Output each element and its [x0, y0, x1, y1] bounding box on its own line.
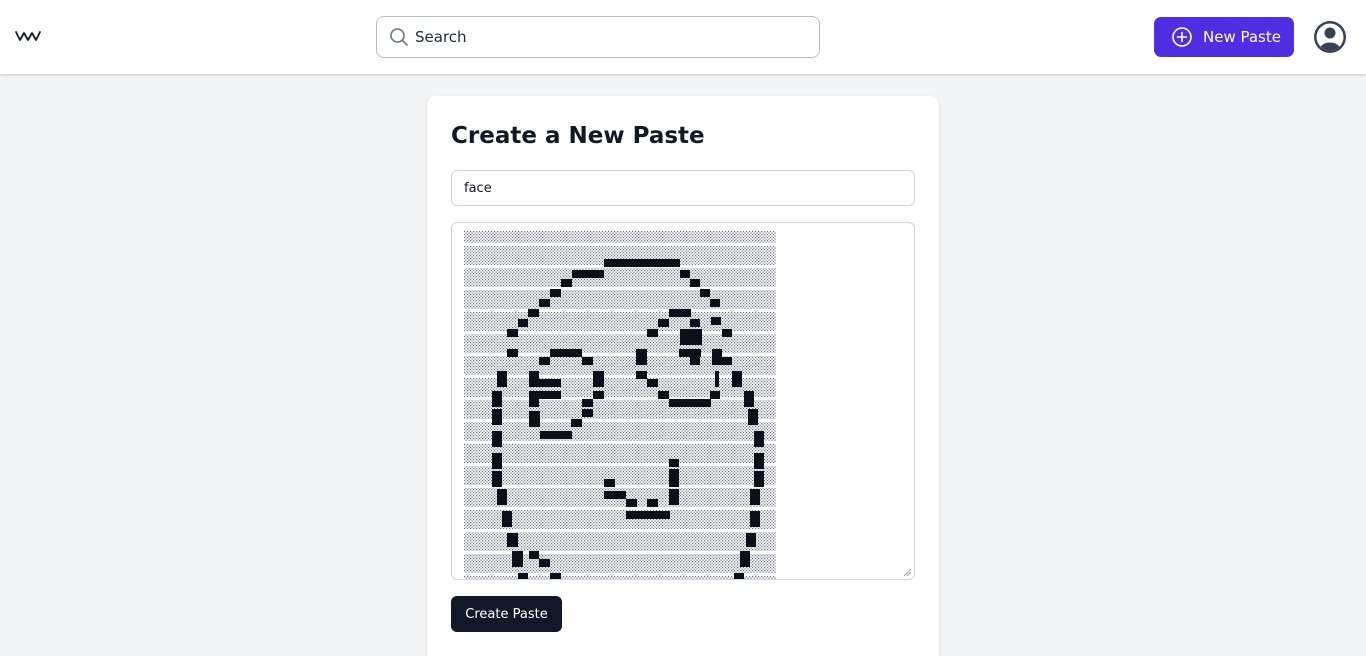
- paste-title-input[interactable]: [451, 170, 915, 206]
- search-icon: [390, 28, 408, 46]
- new-paste-card: Create a New Paste face Create Paste: [427, 96, 939, 656]
- wave-icon[interactable]: [14, 27, 42, 47]
- user-circle-icon[interactable]: [1313, 20, 1347, 54]
- search-box[interactable]: [376, 16, 820, 58]
- new-paste-label: New Paste: [1203, 28, 1281, 46]
- new-paste-button[interactable]: New Paste: [1154, 17, 1294, 57]
- top-navbar: New Paste: [0, 0, 1366, 74]
- plus-circle-icon: [1172, 27, 1192, 47]
- resize-grip-icon[interactable]: [902, 567, 912, 577]
- create-paste-button[interactable]: Create Paste: [451, 596, 562, 632]
- page-title: Create a New Paste: [451, 123, 705, 149]
- paste-content-textarea[interactable]: [451, 222, 915, 580]
- search-input[interactable]: [415, 17, 811, 57]
- create-paste-label: Create Paste: [465, 606, 548, 622]
- ascii-art-face: [464, 231, 776, 579]
